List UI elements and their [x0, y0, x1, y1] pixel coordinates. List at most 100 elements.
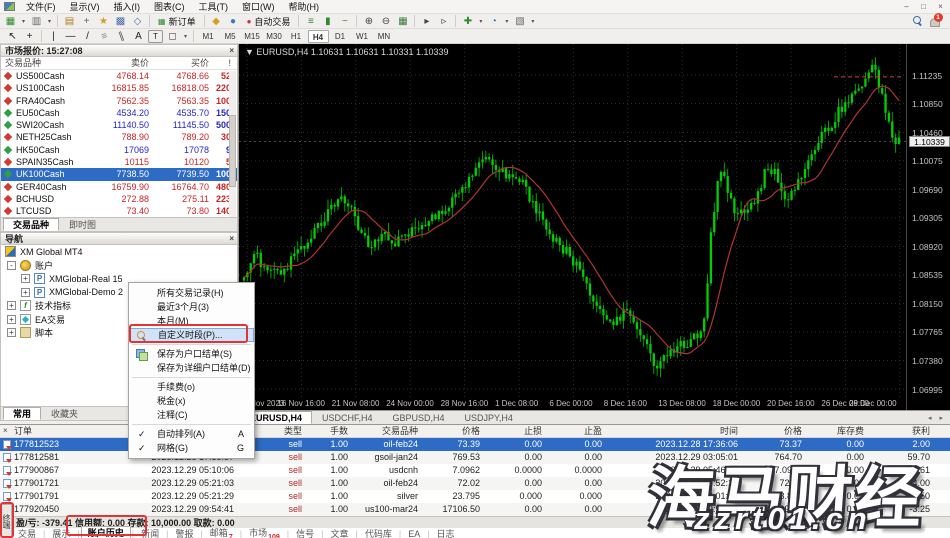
dropdown-caret-icon[interactable]: ▾	[20, 15, 27, 28]
terminal-tab-交易[interactable]: 交易	[12, 527, 42, 538]
chart-tab-scroll-arrows[interactable]: ◂ ▸	[928, 414, 946, 422]
notifications-icon[interactable]: 1	[927, 15, 942, 28]
timeframe-M1[interactable]: M1	[198, 30, 219, 43]
horizontal-line-tool-icon[interactable]: —	[63, 30, 78, 43]
context-menu-item[interactable]: 手续费(o)	[129, 380, 254, 394]
menu-item-1[interactable]: 显示(V)	[63, 0, 107, 14]
candle-chart-icon[interactable]: ▮	[320, 15, 335, 28]
orders-col-10[interactable]: 库存费	[806, 425, 864, 438]
close-icon[interactable]: ×	[229, 234, 234, 244]
shapes-tool-icon[interactable]: ◻	[165, 30, 180, 43]
cursor-tool-icon[interactable]: ↖	[5, 30, 20, 43]
chart-tab-USDCHF,H4[interactable]: USDCHF,H4	[312, 411, 383, 424]
timeframe-M15[interactable]: M15	[242, 30, 263, 43]
market-watch-tab-交易品种[interactable]: 交易品种	[3, 218, 59, 231]
context-menu-item[interactable]: 注释(C)	[129, 408, 254, 422]
zoom-out-icon[interactable]: ⊖	[378, 15, 393, 28]
context-menu-item[interactable]: ✓自动排列(A)A	[129, 427, 254, 441]
timeframe-H1[interactable]: H1	[286, 30, 307, 43]
market-watch-row[interactable]: LTCUSD73.4073.80140	[1, 205, 237, 217]
orders-col-9[interactable]: 价格	[742, 425, 802, 438]
market-watch-row[interactable]: SPAIN35Cash10115101205	[1, 156, 237, 168]
zoom-in-icon[interactable]: ⊕	[361, 15, 376, 28]
periods-icon[interactable]: ◔	[486, 15, 501, 28]
text-tool-icon[interactable]: A	[131, 30, 146, 43]
menu-item-3[interactable]: 图表(C)	[147, 0, 192, 14]
close-icon[interactable]: ×	[934, 1, 947, 12]
tree-expander-icon[interactable]: -	[7, 261, 16, 270]
market-watch-row[interactable]: US100Cash16815.8516818.05220	[1, 82, 237, 94]
chart-window[interactable]: ▼ EURUSD,H4 1.10631 1.10631 1.10331 1.10…	[238, 44, 950, 410]
new-order-button[interactable]: ▦新订单	[153, 15, 201, 28]
orders-col-0[interactable]: 订单	[14, 425, 94, 438]
time-axis[interactable]: 14 Nov 202316 Nov 16:0021 Nov 08:0024 No…	[239, 398, 906, 410]
orders-col-8[interactable]: 时间	[606, 425, 738, 438]
label-tool-icon[interactable]: T	[148, 30, 163, 43]
price-axis[interactable]: 1.112351.108501.104601.100751.096901.093…	[906, 44, 950, 410]
autotrade-button[interactable]: ●自动交易	[242, 15, 296, 28]
new-chart-icon[interactable]: ▦	[3, 15, 18, 28]
market-watch-row[interactable]: US500Cash4768.144768.6652	[1, 70, 237, 82]
timeframe-H4[interactable]: H4	[308, 30, 329, 43]
tree-expander-icon[interactable]: +	[21, 288, 30, 297]
market-watch-tab-即时图[interactable]: 即时图	[59, 218, 106, 231]
navigator-toggle-icon[interactable]: ★	[96, 15, 111, 28]
dropdown-caret-icon[interactable]: ▾	[503, 15, 510, 28]
mql-community-icon[interactable]: ●	[226, 15, 241, 28]
dropdown-caret-icon[interactable]: ▾	[182, 30, 189, 43]
minimize-icon[interactable]: –	[900, 1, 913, 12]
context-menu-item[interactable]: 最近3个月(3)	[129, 300, 254, 314]
orders-col-5[interactable]: 价格	[422, 425, 480, 438]
orders-col-6[interactable]: 止损	[484, 425, 542, 438]
chart-tab-USDJPY,H4[interactable]: USDJPY,H4	[455, 411, 523, 424]
market-watch-scrollbar[interactable]	[229, 71, 236, 217]
chart-tab-GBPUSD,H4[interactable]: GBPUSD,H4	[383, 411, 455, 424]
crosshair-tool-icon[interactable]: +	[22, 30, 37, 43]
channel-tool-icon[interactable]: ∥	[112, 27, 131, 44]
navigator-tab-收藏夹[interactable]: 收藏夹	[41, 407, 88, 420]
strategy-tester-icon[interactable]: ◇	[130, 15, 145, 28]
timeframe-W1[interactable]: W1	[352, 30, 373, 43]
context-menu-item[interactable]: 保存为户口结单(S)	[129, 347, 254, 361]
market-watch-row[interactable]: HK50Cash17069170789	[1, 144, 237, 156]
profiles-icon[interactable]: ▥	[29, 15, 44, 28]
line-chart-icon[interactable]: ~	[337, 15, 352, 28]
timeframe-M30[interactable]: M30	[264, 30, 285, 43]
menu-item-2[interactable]: 插入(I)	[107, 0, 148, 14]
menu-item-0[interactable]: 文件(F)	[19, 0, 63, 14]
nav-tree-item[interactable]: -账户	[1, 259, 237, 273]
terminal-tab-信号[interactable]: 信号	[290, 527, 320, 538]
fibonacci-tool-icon[interactable]: ≡	[95, 27, 114, 44]
orders-col-11[interactable]: 获利	[868, 425, 930, 438]
menu-item-4[interactable]: 工具(T)	[192, 0, 236, 14]
terminal-tab-市场[interactable]: 市场109	[243, 526, 286, 538]
market-watch-row[interactable]: UK100Cash7738.507739.50100	[1, 168, 237, 180]
market-watch-row[interactable]: SWI20Cash11140.5011145.50500	[1, 119, 237, 131]
terminal-tab-邮箱[interactable]: 邮箱7	[204, 526, 239, 538]
market-watch-row[interactable]: GER40Cash16759.9016764.70480	[1, 181, 237, 193]
menu-item-6[interactable]: 帮助(H)	[282, 0, 327, 14]
navigator-tab-常用[interactable]: 常用	[3, 407, 41, 420]
tree-expander-icon[interactable]: +	[21, 274, 30, 283]
timeframe-MN[interactable]: MN	[374, 30, 395, 43]
orders-col-3[interactable]: 手数	[306, 425, 348, 438]
close-icon[interactable]: ×	[3, 426, 8, 435]
market-watch-row[interactable]: FRA40Cash7562.357563.35100	[1, 95, 237, 107]
timeframe-D1[interactable]: D1	[330, 30, 351, 43]
restore-icon[interactable]: □	[917, 1, 930, 12]
terminal-tab-警报[interactable]: 警报	[169, 527, 199, 538]
tile-windows-icon[interactable]: ▦	[395, 15, 410, 28]
market-watch-row[interactable]: BCHUSD272.88275.11223	[1, 193, 237, 205]
chart-plot-area[interactable]: ▼ EURUSD,H4 1.10631 1.10631 1.10331 1.10…	[239, 44, 906, 398]
scrollbar-thumb[interactable]	[229, 115, 236, 187]
dropdown-caret-icon[interactable]: ▾	[46, 15, 53, 28]
timeframe-M5[interactable]: M5	[220, 30, 241, 43]
terminal-toggle-icon[interactable]: ▩	[113, 15, 128, 28]
terminal-tab-代码库[interactable]: 代码库	[359, 527, 398, 538]
dropdown-caret-icon[interactable]: ▾	[477, 15, 484, 28]
terminal-tab-日志[interactable]: 日志	[431, 527, 461, 538]
context-menu-item[interactable]: 所有交易记录(H)	[129, 286, 254, 300]
chart-shift-icon[interactable]: ▹	[436, 15, 451, 28]
dropdown-caret-icon[interactable]: ▾	[529, 15, 536, 28]
market-watch-row[interactable]: EU50Cash4534.204535.70150	[1, 107, 237, 119]
